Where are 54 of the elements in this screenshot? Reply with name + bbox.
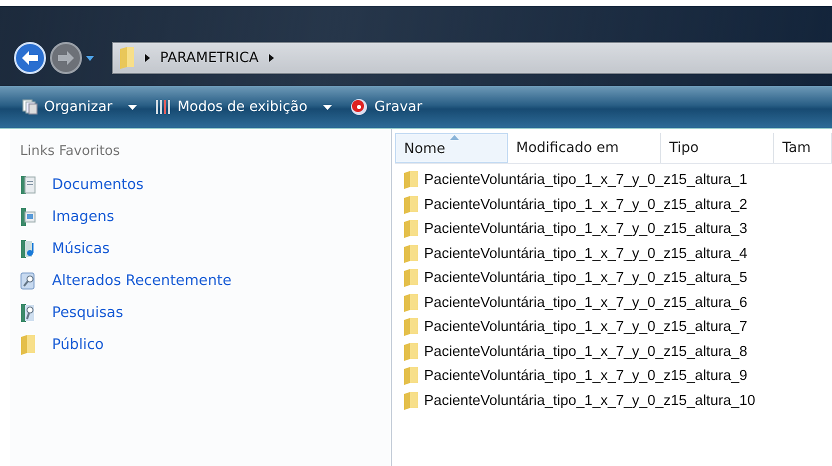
back-button[interactable] [12, 40, 48, 76]
favorite-link[interactable]: Pesquisas [20, 297, 391, 329]
documents-icon [20, 175, 36, 195]
pictures-icon [20, 207, 36, 227]
chevron-icon[interactable] [145, 54, 150, 62]
address-bar[interactable]: PARAMETRICA [112, 42, 832, 74]
file-item[interactable]: PacienteVoluntária_tipo_1_x_7_y_0_z15_altura_3 [403, 217, 832, 242]
favorite-link[interactable]: Imagens [20, 201, 391, 233]
disc-icon [350, 98, 368, 116]
file-item[interactable]: PacienteVoluntária_tipo_1_x_7_y_0_z15_altura_1 [403, 168, 832, 192]
folder-icon [403, 171, 419, 190]
file-item[interactable]: PacienteVoluntária_tipo_1_x_7_y_0_z15_altura_9 [403, 364, 832, 388]
toolbar-button[interactable]: Gravar [344, 94, 428, 120]
column-header[interactable]: Modificado em [508, 133, 662, 163]
views-icon [155, 99, 172, 115]
forward-button[interactable] [48, 40, 84, 76]
column-header[interactable]: Nome [395, 133, 508, 163]
breadcrumb[interactable]: PARAMETRICA [160, 50, 259, 66]
file-item[interactable]: PacienteVoluntária_tipo_1_x_7_y_0_z15_altura_4 [403, 242, 832, 266]
file-item[interactable]: PacienteVoluntária_tipo_1_x_7_y_0_z15_altura_6 [403, 290, 832, 315]
folder-icon [403, 196, 419, 214]
toolbar-button[interactable]: Modos de exibição [149, 95, 338, 119]
file-item[interactable]: PacienteVoluntária_tipo_1_x_7_y_0_z15_altura_2 [403, 192, 832, 217]
pages-icon [22, 99, 38, 115]
sort-arrow-icon [450, 135, 459, 140]
caret-icon [323, 104, 332, 110]
search-folder-icon [20, 271, 36, 291]
favorite-link[interactable]: Alterados Recentemente [20, 265, 391, 297]
toolbar-button[interactable]: Organizar [16, 95, 144, 119]
column-header[interactable]: Tam [774, 133, 832, 163]
folder-icon [119, 47, 135, 69]
history-caret-icon[interactable] [86, 56, 94, 60]
music-icon [20, 239, 36, 259]
section-title: Links Favoritos [20, 143, 121, 159]
folder-icon [403, 342, 419, 361]
folder-icon [403, 318, 419, 336]
search-folder-icon [20, 303, 36, 323]
file-item[interactable]: PacienteVoluntária_tipo_1_x_7_y_0_z15_altura_8 [403, 340, 832, 364]
favorite-link[interactable]: Músicas [20, 233, 391, 265]
file-item[interactable]: PacienteVoluntária_tipo_1_x_7_y_0_z15_altura_5 [403, 266, 832, 290]
favorite-link[interactable]: Público [20, 329, 391, 361]
file-item[interactable]: PacienteVoluntária_tipo_1_x_7_y_0_z15_altura_10 [403, 388, 832, 413]
folder-icon [403, 392, 419, 410]
favorite-link[interactable]: Documentos [20, 169, 391, 201]
folder-icon [403, 294, 419, 312]
folder-icon [20, 335, 36, 355]
chevron-icon[interactable] [268, 54, 274, 62]
column-header[interactable]: Tipo [661, 133, 774, 163]
folder-icon [403, 220, 419, 238]
caret-icon [128, 104, 138, 110]
folder-icon [403, 269, 419, 288]
file-item[interactable]: PacienteVoluntária_tipo_1_x_7_y_0_z15_altura_7 [403, 315, 832, 340]
folder-icon [403, 244, 419, 263]
folder-icon [403, 367, 419, 386]
